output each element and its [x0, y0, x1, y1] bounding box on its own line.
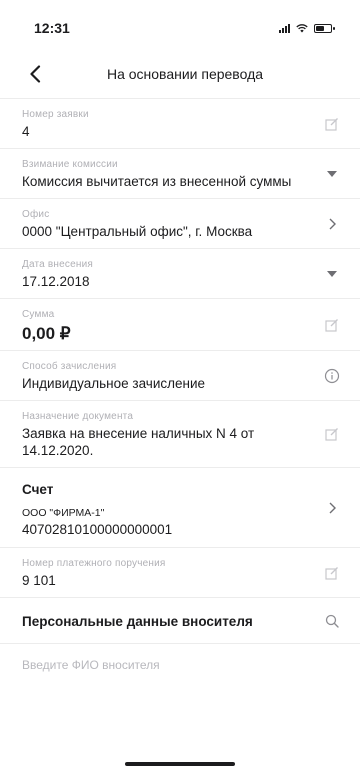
field-value: 9 101: [22, 573, 56, 588]
info-icon[interactable]: [322, 366, 342, 386]
field-value: 0,00 ₽: [22, 324, 71, 343]
depositor-section: Персональные данные вносителя: [0, 598, 360, 644]
status-time: 12:31: [34, 20, 70, 36]
field-value: Заявка на внесение наличных N 4 от 14.12…: [22, 426, 255, 458]
field-document-purpose[interactable]: Назначение документа Заявка на внесение …: [0, 401, 360, 468]
status-icons: [279, 23, 335, 33]
account-name: ООО "ФИРМА-1": [22, 507, 105, 519]
field-value: Индивидуальное зачисление: [22, 376, 206, 391]
signal-icon: [279, 23, 290, 33]
status-bar: 12:31: [0, 0, 360, 56]
field-label: Номер заявки: [22, 109, 89, 120]
home-indicator: [125, 762, 235, 766]
field-crediting-method[interactable]: Способ зачисления Индивидуальное зачисле…: [0, 351, 360, 401]
wifi-icon: [296, 23, 308, 32]
dropdown-icon[interactable]: [322, 164, 342, 184]
field-amount[interactable]: Сумма 0,00 ₽: [0, 299, 360, 351]
page-title: На основании перевода: [106, 66, 264, 82]
depositor-name-placeholder: Введите ФИО вносителя: [22, 658, 160, 672]
field-deposit-date[interactable]: Дата внесения 17.12.2018: [0, 249, 360, 299]
battery-icon: [314, 23, 335, 33]
field-value: Комиссия вычитается из внесенной суммы: [22, 174, 292, 189]
field-office[interactable]: Офис 0000 "Центральный офис", г. Москва: [0, 199, 360, 249]
field-label: Офис: [22, 209, 50, 220]
field-label: Дата внесения: [22, 259, 94, 270]
field-value: 17.12.2018: [22, 274, 90, 289]
field-label: Назначение документа: [22, 411, 134, 422]
edit-icon[interactable]: [322, 315, 342, 335]
field-label: Сумма: [22, 309, 55, 320]
field-value: 0000 "Центральный офис", г. Москва: [22, 224, 253, 239]
field-label: Способ зачисления: [22, 361, 117, 372]
edit-icon[interactable]: [322, 563, 342, 583]
field-label: Номер платежного поручения: [22, 558, 166, 569]
form-list: Номер заявки 4 Взимание комиссии Комисси…: [0, 98, 360, 468]
search-icon[interactable]: [322, 611, 342, 631]
field-request-number[interactable]: Номер заявки 4: [0, 99, 360, 149]
edit-icon[interactable]: [322, 114, 342, 134]
account-title: Счет: [22, 482, 54, 497]
depositor-name-input[interactable]: Введите ФИО вносителя: [0, 644, 360, 686]
chevron-right-icon[interactable]: [322, 498, 342, 518]
field-value: 4: [22, 124, 30, 139]
field-payment-order-number[interactable]: Номер платежного поручения 9 101: [0, 548, 360, 598]
nav-bar: На основании перевода: [0, 56, 360, 92]
account-number: 40702810100000000001: [22, 522, 173, 537]
chevron-left-icon: [30, 65, 41, 83]
edit-icon[interactable]: [322, 424, 342, 444]
field-label: Взимание комиссии: [22, 159, 118, 170]
back-button[interactable]: [22, 60, 48, 88]
depositor-title: Персональные данные вносителя: [22, 614, 253, 629]
dropdown-icon[interactable]: [322, 264, 342, 284]
chevron-right-icon[interactable]: [322, 214, 342, 234]
account-section[interactable]: Счет ООО "ФИРМА-1" 40702810100000000001: [0, 468, 360, 548]
field-commission[interactable]: Взимание комиссии Комиссия вычитается из…: [0, 149, 360, 199]
